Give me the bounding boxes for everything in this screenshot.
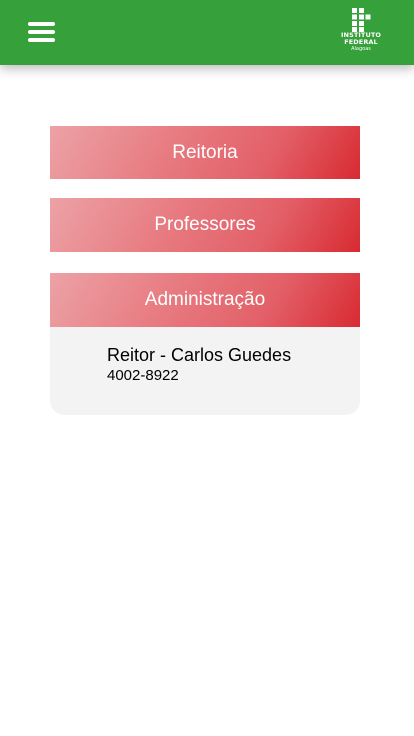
administracao-button[interactable]: Administração [50, 273, 360, 327]
logo-text-line2: FEDERAL [344, 38, 378, 46]
menu-line [28, 22, 55, 26]
contact-phone[interactable]: 4002-8922 [107, 367, 179, 384]
contact-name: Reitor - Carlos Guedes [107, 345, 292, 365]
menu-line [28, 38, 55, 42]
administracao-panel: Reitor - Carlos Guedes 4002-8922 [50, 327, 360, 415]
reitoria-button[interactable]: Reitoria [50, 126, 360, 179]
ifal-logo: INSTITUTO FEDERAL Alagoas [338, 8, 384, 60]
logo-text-line3: Alagoas [351, 46, 371, 52]
top-app-bar: INSTITUTO FEDERAL Alagoas [0, 0, 414, 65]
hamburger-menu-icon[interactable] [28, 22, 55, 42]
menu-line [28, 30, 55, 34]
app-screen: INSTITUTO FEDERAL Alagoas Reitoria Profe… [0, 0, 414, 736]
professores-button[interactable]: Professores [50, 198, 360, 252]
logo-grid-icon [352, 8, 371, 32]
